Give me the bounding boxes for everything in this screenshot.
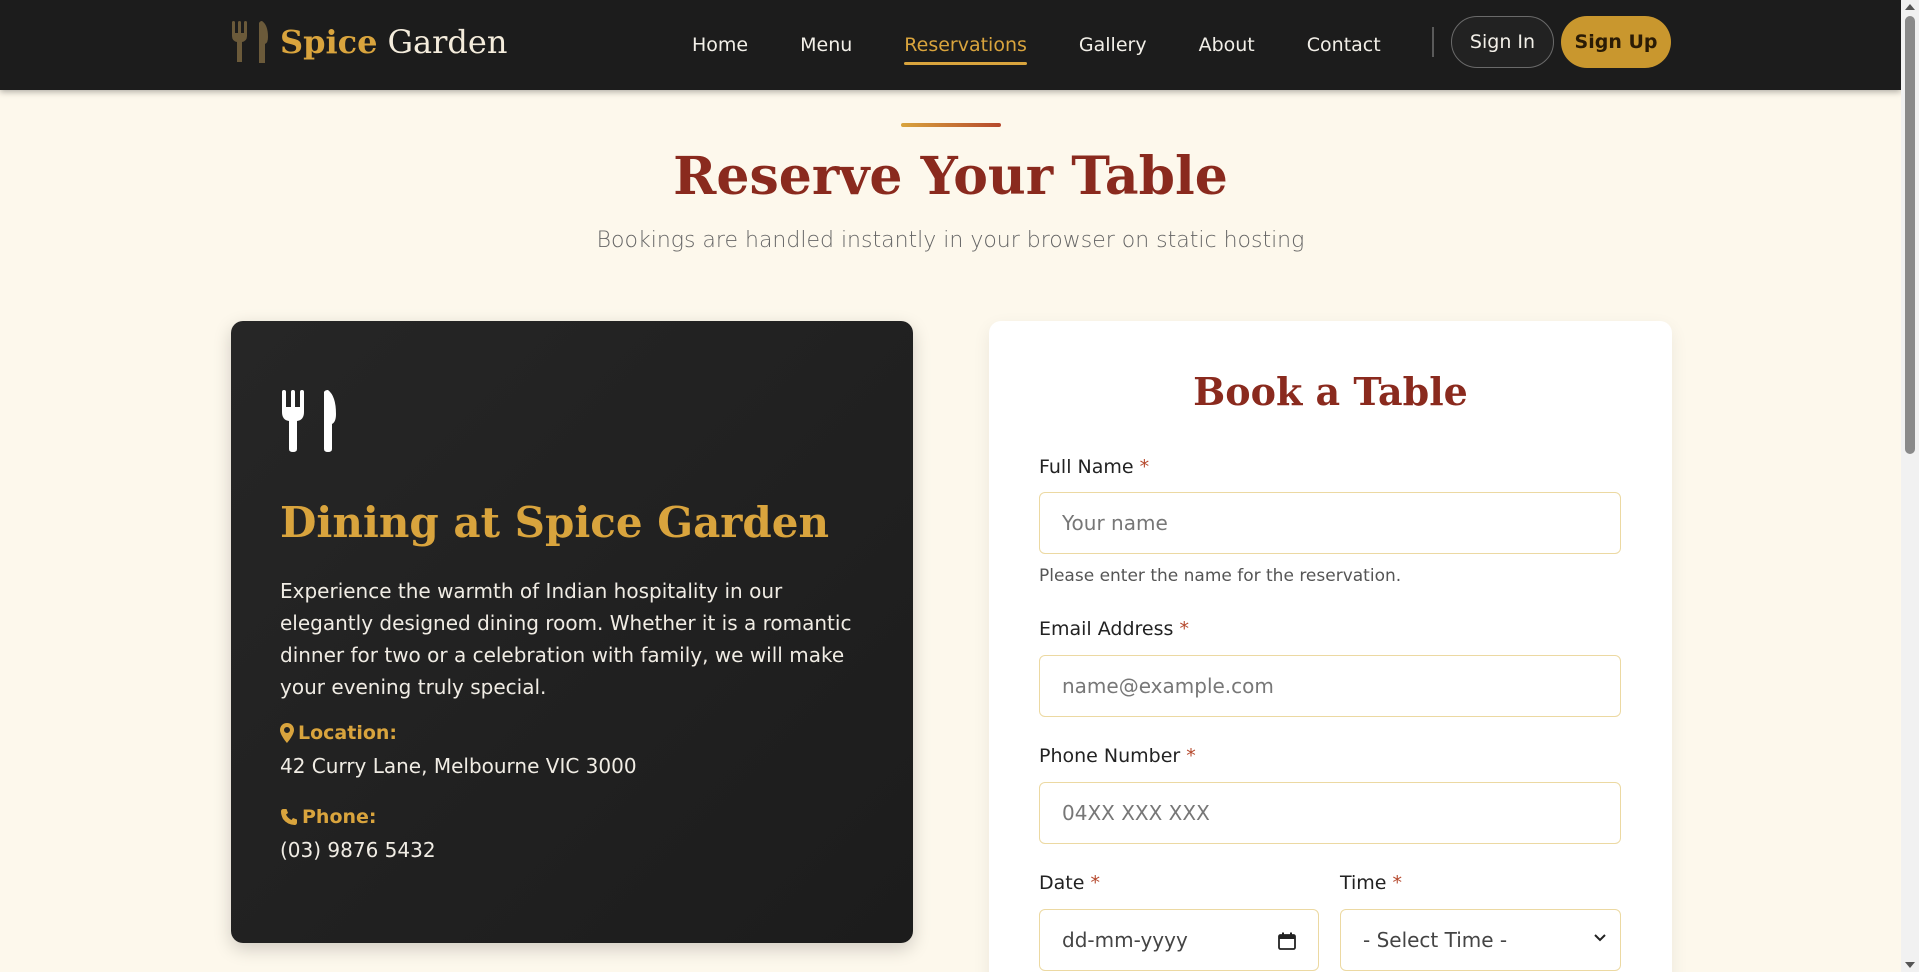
location-value: 42 Curry Lane, Melbourne VIC 3000 — [280, 754, 637, 778]
brand-name-accent: Spice — [280, 23, 378, 61]
scroll-up-arrow-icon[interactable] — [1905, 4, 1915, 10]
email-input[interactable]: name@example.com — [1039, 655, 1621, 717]
page-title: Reserve Your Table — [673, 146, 1228, 207]
required-marker: * — [1139, 456, 1150, 478]
sign-in-button[interactable]: Sign In — [1451, 16, 1554, 68]
nav-link-reservations[interactable]: Reservations — [904, 0, 1027, 90]
scrollbar-thumb[interactable] — [1905, 16, 1915, 454]
phone-icon — [281, 809, 297, 825]
email-label-text: Email Address — [1039, 618, 1174, 640]
calendar-icon[interactable] — [1278, 932, 1296, 950]
phone-label: Phone: — [280, 806, 377, 828]
location-label-text: Location: — [298, 722, 398, 744]
title-accent-line — [901, 123, 1001, 127]
scroll-down-arrow-icon[interactable] — [1905, 962, 1915, 968]
nav-link-gallery[interactable]: Gallery — [1079, 0, 1147, 90]
time-selected-value: - Select Time - — [1363, 928, 1508, 952]
email-placeholder: name@example.com — [1062, 674, 1274, 698]
full-name-input[interactable]: Your name — [1039, 492, 1621, 554]
utensils-icon — [282, 390, 336, 452]
map-pin-icon — [280, 723, 294, 743]
utensils-icon — [232, 21, 268, 63]
required-marker: * — [1090, 872, 1100, 894]
scrollbar[interactable] — [1901, 0, 1919, 972]
nav-link-home[interactable]: Home — [692, 0, 748, 90]
full-name-placeholder: Your name — [1062, 511, 1168, 535]
sign-up-button[interactable]: Sign Up — [1561, 16, 1671, 68]
required-marker: * — [1186, 745, 1196, 767]
navbar: Spice Garden Home Menu Reservations Gall… — [0, 0, 1901, 90]
nav-divider — [1432, 27, 1434, 57]
nav-links: Home Menu Reservations Gallery About Con… — [692, 0, 1433, 90]
nav-link-about[interactable]: About — [1199, 0, 1255, 90]
form-title: Book a Table — [1193, 369, 1468, 414]
brand-name-rest: Garden — [387, 23, 508, 61]
time-select[interactable]: - Select Time - — [1340, 909, 1621, 971]
phone-value: (03) 9876 5432 — [280, 838, 436, 862]
date-label: Date * — [1039, 872, 1100, 894]
nav-link-menu[interactable]: Menu — [800, 0, 852, 90]
required-marker: * — [1179, 618, 1189, 640]
time-label: Time * — [1340, 872, 1402, 894]
required-marker: * — [1392, 872, 1403, 894]
brand-logo[interactable]: Spice Garden — [230, 20, 507, 64]
date-input[interactable]: dd-mm-yyyy — [1039, 909, 1319, 971]
full-name-label: Full Name * — [1039, 456, 1149, 478]
chevron-down-icon — [1594, 934, 1606, 942]
phone-input[interactable]: 04XX XXX XXX — [1039, 782, 1621, 844]
date-placeholder: dd-mm-yyyy — [1062, 928, 1188, 952]
phone-placeholder: 04XX XXX XXX — [1062, 801, 1210, 825]
page-subtitle: Bookings are handled instantly in your b… — [596, 228, 1305, 253]
time-label-text: Time — [1340, 872, 1387, 894]
location-label: Location: — [280, 722, 397, 744]
booking-form-card: Book a Table Full Name * Your name Pleas… — [989, 321, 1672, 972]
full-name-help: Please enter the name for the reservatio… — [1039, 566, 1402, 586]
phone-label-text: Phone: — [302, 806, 377, 828]
date-label-text: Date — [1039, 872, 1085, 894]
email-label: Email Address * — [1039, 618, 1189, 640]
dining-info-card: Dining at Spice Garden Experience the wa… — [231, 321, 913, 943]
card-description: Experience the warmth of Indian hospital… — [280, 579, 852, 699]
full-name-label-text: Full Name — [1039, 456, 1134, 478]
card-title: Dining at Spice Garden — [280, 498, 830, 547]
phone-label-text: Phone Number — [1039, 745, 1181, 767]
phone-label: Phone Number * — [1039, 745, 1196, 767]
nav-link-contact[interactable]: Contact — [1307, 0, 1381, 90]
